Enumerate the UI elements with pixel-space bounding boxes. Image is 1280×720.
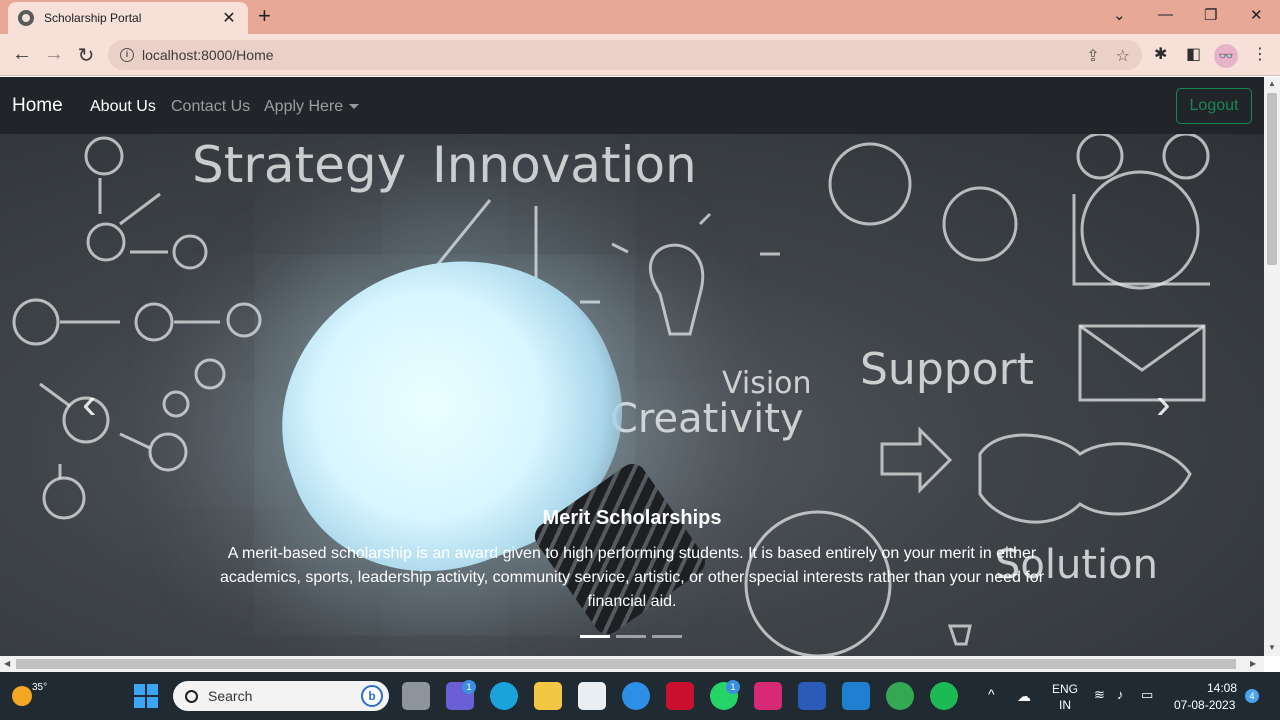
extensions-icon[interactable]: ✱ xyxy=(1154,44,1167,64)
vscode-icon[interactable] xyxy=(842,682,870,710)
caption-text: A merit-based scholarship is an award gi… xyxy=(219,545,1045,610)
carousel-indicators xyxy=(580,635,682,638)
url-text[interactable]: localhost:8000/Home xyxy=(142,47,274,63)
logout-button[interactable]: Logout xyxy=(1176,88,1252,124)
carousel-caption: Merit Scholarships A merit-based scholar… xyxy=(190,507,1074,614)
whatsapp-badge: 1 xyxy=(726,680,740,694)
nav-dropdown-apply-here[interactable]: Apply Here xyxy=(264,98,360,116)
file-explorer-icon[interactable] xyxy=(534,682,562,710)
taskbar-search[interactable]: Search b xyxy=(173,681,389,711)
browser-menu-icon[interactable]: ⋮ xyxy=(1252,44,1268,64)
scroll-up-icon[interactable]: ▲ xyxy=(1268,79,1276,88)
bookmark-star-icon[interactable]: ☆ xyxy=(1116,46,1130,66)
word-icon[interactable] xyxy=(798,682,826,710)
teams-badge: 1 xyxy=(462,680,476,694)
tab-search-icon[interactable]: ⌄ xyxy=(1113,6,1126,24)
scroll-right-icon[interactable]: ▶ xyxy=(1250,659,1256,668)
spotify-icon[interactable] xyxy=(930,682,958,710)
profile-avatar[interactable]: 👓 xyxy=(1214,44,1238,68)
nav-link-about-us[interactable]: About Us xyxy=(90,98,156,116)
notification-badge[interactable]: 4 xyxy=(1245,689,1259,703)
browser-toolbar: ← → ↻ i localhost:8000/Home ⇪ ☆ ✱ ◧ ⋮ xyxy=(0,34,1280,76)
battery-icon[interactable]: ▭ xyxy=(1141,687,1153,703)
microsoft-store-icon[interactable] xyxy=(578,682,606,710)
edge-icon[interactable] xyxy=(490,682,518,710)
caption-title: Merit Scholarships xyxy=(542,507,722,529)
start-button[interactable] xyxy=(134,684,158,708)
address-bar[interactable]: i localhost:8000/Home ⇪ ☆ xyxy=(108,40,1142,70)
weather-temperature: 35° xyxy=(32,682,48,693)
language-top[interactable]: ENG xyxy=(1052,682,1078,696)
horizontal-scroll-thumb[interactable] xyxy=(16,659,1236,669)
taskbar-search-placeholder: Search xyxy=(208,688,253,704)
tab-favicon-icon xyxy=(18,10,34,26)
site-info-icon[interactable]: i xyxy=(120,48,134,62)
new-tab-icon[interactable]: + xyxy=(258,5,271,27)
tab-close-icon[interactable]: ✕ xyxy=(220,8,238,28)
carousel-indicator-1[interactable] xyxy=(580,635,610,638)
hero-carousel: Strategy Innovation Vision Creativity Su… xyxy=(0,134,1264,656)
site-navbar: Home About Us Contact Us Apply Here Logo… xyxy=(0,77,1264,134)
nav-brand-home[interactable]: Home xyxy=(12,95,63,117)
instagram-icon[interactable] xyxy=(754,682,782,710)
chrome-icon[interactable] xyxy=(886,682,914,710)
reload-icon[interactable]: ↻ xyxy=(74,43,98,68)
weather-sun-icon xyxy=(12,686,32,706)
volume-icon[interactable]: ♪ xyxy=(1117,687,1124,702)
vertical-scroll-thumb[interactable] xyxy=(1267,93,1277,265)
restore-icon[interactable]: ❐ xyxy=(1204,6,1217,24)
vertical-scrollbar[interactable]: ▲ ▼ xyxy=(1264,77,1280,656)
carousel-next-icon[interactable]: › xyxy=(1156,379,1171,429)
language-bottom[interactable]: IN xyxy=(1059,698,1071,712)
back-icon[interactable]: ← xyxy=(10,43,34,66)
horizontal-scrollbar[interactable]: ◀ ▶ xyxy=(0,656,1264,672)
nav-link-contact-us[interactable]: Contact Us xyxy=(171,98,250,116)
tab-title: Scholarship Portal xyxy=(44,11,142,25)
clock-time[interactable]: 14:08 xyxy=(1207,681,1237,695)
apply-here-label: Apply Here xyxy=(264,98,344,115)
wifi-icon[interactable]: ≋ xyxy=(1094,687,1105,703)
side-panel-icon[interactable]: ◧ xyxy=(1186,44,1201,64)
help-icon[interactable] xyxy=(622,682,650,710)
onedrive-icon[interactable]: ☁ xyxy=(1017,688,1031,705)
weather-widget[interactable]: 35° xyxy=(10,680,47,710)
tray-overflow-icon[interactable]: ^ xyxy=(988,686,995,702)
carousel-indicator-2[interactable] xyxy=(616,635,646,638)
browser-tab-bar: Scholarship Portal ✕ + ⌄ — ❐ ✕ xyxy=(0,0,1280,34)
task-view-icon[interactable] xyxy=(402,682,430,710)
bing-icon[interactable]: b xyxy=(361,685,383,707)
search-icon xyxy=(185,689,198,703)
carousel-prev-icon[interactable]: ‹ xyxy=(82,379,97,429)
mcafee-icon[interactable] xyxy=(666,682,694,710)
minimize-icon[interactable]: — xyxy=(1158,6,1173,23)
browser-tab[interactable]: Scholarship Portal ✕ xyxy=(8,2,248,34)
share-icon[interactable]: ⇪ xyxy=(1086,46,1099,66)
window-close-icon[interactable]: ✕ xyxy=(1250,6,1263,24)
web-page: Home About Us Contact Us Apply Here Logo… xyxy=(0,77,1264,656)
clock-date[interactable]: 07-08-2023 xyxy=(1174,698,1235,712)
scroll-left-icon[interactable]: ◀ xyxy=(4,659,10,668)
windows-taskbar: 35° Search b 1 1 ^ ☁ ENG IN ≋ ♪ ▭ 14:08 … xyxy=(0,672,1280,720)
carousel-indicator-3[interactable] xyxy=(652,635,682,638)
scroll-down-icon[interactable]: ▼ xyxy=(1268,643,1276,652)
forward-icon[interactable]: → xyxy=(42,43,66,66)
dropdown-caret-icon xyxy=(349,104,360,110)
